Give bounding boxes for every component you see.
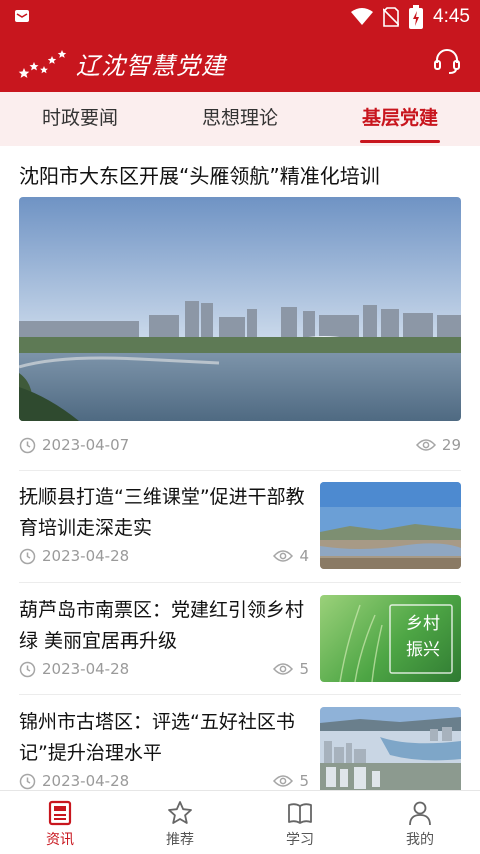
category-tabs: 时政要闻 思想理论 基层党建 — [0, 92, 480, 146]
battery-charging-icon — [409, 5, 424, 29]
person-icon — [409, 801, 431, 826]
eye-icon — [273, 775, 294, 787]
book-icon — [288, 803, 312, 824]
news-feed[interactable]: 沈阳市大东区开展“头雁领航”精准化培训 2023-04-07 29 抚顺县打造“… — [0, 146, 480, 790]
headset-icon[interactable] — [432, 46, 462, 76]
publish-date: 2023-04-07 — [42, 436, 130, 454]
nav-label: 资讯 — [46, 832, 74, 848]
wifi-icon — [351, 8, 374, 25]
app-title: 辽沈智慧党建 — [76, 51, 226, 80]
article-meta: 2023-04-28 5 — [19, 772, 309, 790]
eye-icon — [273, 663, 294, 675]
nav-profile[interactable]: 我的 — [360, 791, 480, 854]
nav-label: 学习 — [286, 832, 314, 848]
rural-revitalization-thumbnail: 乡村 振兴 — [320, 595, 461, 682]
clock-icon — [19, 548, 36, 564]
nav-label: 我的 — [406, 832, 434, 848]
publish-date: 2023-04-28 — [42, 547, 130, 565]
app-logo: 辽沈智慧党建 — [18, 46, 226, 80]
list-item[interactable]: 抚顺县打造“三维课堂”促进干部教育培训走深走实 2023-04-28 4 — [19, 482, 461, 578]
article-meta: 2023-04-28 4 — [19, 547, 309, 571]
clock-icon — [19, 437, 36, 453]
thumbnail-caption-line: 振兴 — [406, 640, 440, 660]
article-title: 葫芦岛市南票区：党建红引领乡村绿 美丽宜居再升级 — [19, 599, 305, 652]
nav-recommend[interactable]: 推荐 — [120, 791, 240, 854]
publish-date: 2023-04-28 — [42, 660, 130, 678]
nav-study[interactable]: 学习 — [240, 791, 360, 854]
river-landscape-thumbnail — [320, 482, 461, 569]
screen: 4:45 辽沈智慧党建 时政要闻 思想理论 基层党建 沈阳市大东区开展“头雁领航… — [0, 0, 480, 854]
thumbnail-caption-line: 乡村 — [406, 614, 440, 634]
mail-notification-icon — [15, 10, 29, 22]
view-count: 29 — [441, 436, 461, 454]
nav-news[interactable]: 资讯 — [0, 791, 120, 854]
article-meta: 2023-04-28 5 — [19, 660, 309, 684]
bottom-navigation: 资讯 推荐 学习 我的 — [0, 790, 480, 854]
view-count: 5 — [299, 772, 309, 790]
article-title: 抚顺县打造“三维课堂”促进干部教育培训走深走实 — [19, 486, 305, 539]
publish-date: 2023-04-28 — [42, 772, 130, 790]
clock: 4:45 — [433, 6, 470, 27]
view-count: 4 — [299, 547, 309, 565]
status-bar: 4:45 — [0, 0, 480, 34]
divider — [19, 470, 461, 471]
tab-current-affairs[interactable]: 时政要闻 — [0, 92, 160, 146]
app-header: 辽沈智慧党建 — [0, 34, 480, 92]
clock-icon — [19, 773, 36, 789]
divider — [19, 582, 461, 583]
featured-article-title: 沈阳市大东区开展“头雁领航”精准化培训 — [19, 164, 380, 188]
city-lake-photo — [19, 197, 461, 421]
clock-icon — [19, 661, 36, 677]
tab-theory[interactable]: 思想理论 — [160, 92, 320, 146]
list-item[interactable]: 葫芦岛市南票区：党建红引领乡村绿 美丽宜居再升级 2023-04-28 5 乡村… — [19, 595, 461, 691]
list-item[interactable]: 锦州市古塔区：评选“五好社区书记”提升治理水平 2023-04-28 5 — [19, 707, 461, 790]
star-icon — [168, 801, 192, 824]
divider — [19, 694, 461, 695]
tab-grassroots[interactable]: 基层党建 — [320, 92, 480, 146]
nav-label: 推荐 — [166, 832, 194, 848]
featured-article[interactable]: 沈阳市大东区开展“头雁领航”精准化培训 2023-04-07 29 — [19, 160, 461, 459]
article-title: 锦州市古塔区：评选“五好社区书记”提升治理水平 — [19, 711, 295, 764]
stars-logo-icon — [18, 50, 67, 78]
aerial-city-river-thumbnail — [320, 707, 461, 790]
featured-article-meta: 2023-04-07 29 — [19, 433, 461, 459]
eye-icon — [273, 550, 294, 562]
view-count: 5 — [299, 660, 309, 678]
eye-icon — [415, 439, 436, 451]
news-icon — [48, 800, 72, 826]
no-sim-icon — [383, 7, 400, 27]
